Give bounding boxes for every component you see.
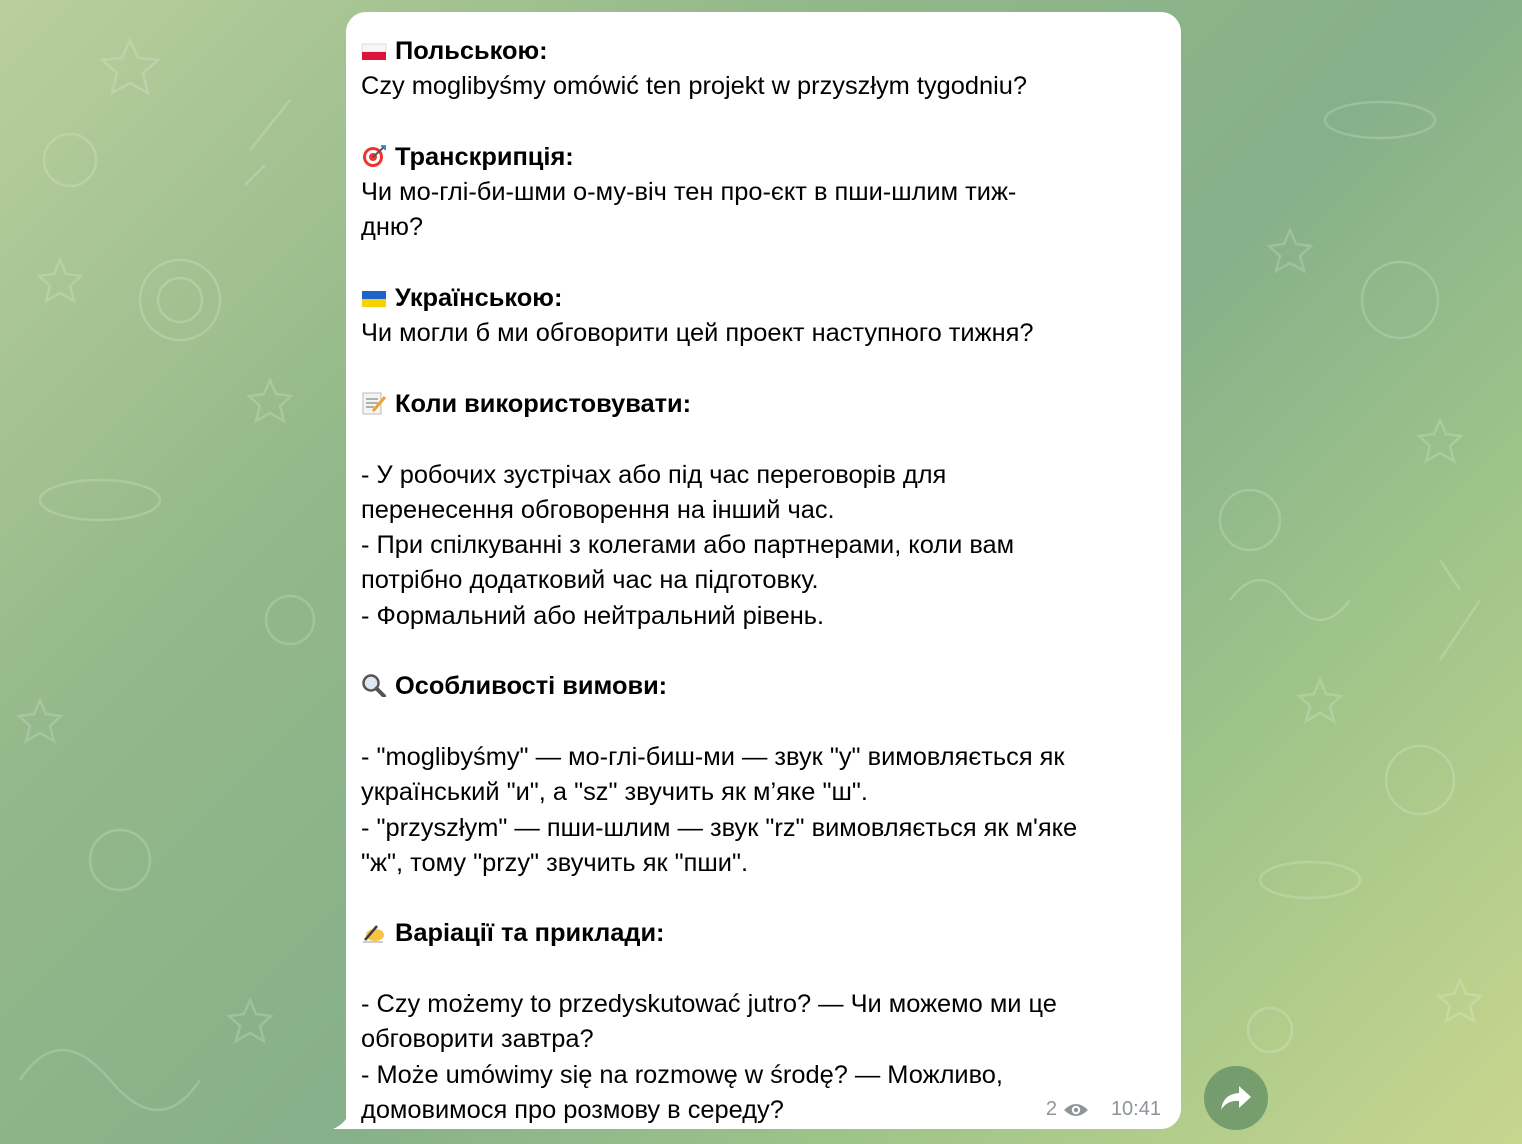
share-button[interactable] bbox=[1204, 1066, 1268, 1130]
message-time: 10:41 bbox=[1110, 1098, 1161, 1120]
variations-line: - Może umówimy się na rozmowę w środę? —… bbox=[361, 1060, 1003, 1089]
transcription-line: дню? bbox=[361, 213, 424, 242]
message-meta: 2 10:41 bbox=[1046, 1098, 1161, 1121]
variations-line: домовимося про розмову в середу? bbox=[361, 1095, 784, 1124]
pronunciation-heading: Особливості вимови: bbox=[395, 672, 668, 701]
ukrainian-heading: Українською: bbox=[395, 284, 563, 313]
ukrainian-heading-row: Українською: bbox=[361, 281, 1163, 316]
poland-flag-icon bbox=[361, 37, 387, 60]
variations-line: обговорити завтра? bbox=[361, 1025, 594, 1054]
variations-line: - Czy możemy to przedyskutować jutro? — … bbox=[361, 990, 1057, 1019]
share-arrow-icon bbox=[1221, 1086, 1251, 1110]
when-line: - Формальний або нейтральний рівень. bbox=[361, 601, 825, 630]
polish-text: Czy moglibyśmy omówić ten projekt w przy… bbox=[361, 72, 1028, 101]
transcription-line: Чи мо-глі-би-шми о-му-віч тен про-єкт в … bbox=[361, 178, 1017, 207]
pronunciation-line: - "przyszłym" — пши-шлим — звук "rz" вим… bbox=[361, 813, 1078, 842]
polish-heading: Польською: bbox=[395, 37, 548, 65]
when-heading-row: Коли використовувати: bbox=[361, 387, 1163, 422]
when-line: перенесення обговорення на інший час. bbox=[361, 495, 835, 524]
transcription-heading: Транскрипція: bbox=[395, 142, 574, 171]
pronunciation-line: "ж", тому "przy" звучить як "пши". bbox=[361, 848, 749, 877]
when-line: - У робочих зустрічах або під час перего… bbox=[361, 460, 947, 489]
transcription-heading-row: Транскрипція: bbox=[361, 140, 1163, 175]
polish-heading-row: Польською: bbox=[361, 34, 1163, 69]
variations-heading: Варіації та приклади: bbox=[395, 919, 665, 948]
magnifier-icon bbox=[361, 672, 387, 699]
eye-icon bbox=[1063, 1103, 1088, 1116]
view-count: 2 bbox=[1045, 1098, 1057, 1120]
when-line: - При спілкуванні з колегами або партнер… bbox=[361, 531, 1015, 560]
target-icon bbox=[361, 143, 387, 167]
memo-icon bbox=[361, 390, 387, 415]
when-heading: Коли використовувати: bbox=[395, 389, 692, 418]
pronunciation-line: український "и", а "sz" звучить як м’яке… bbox=[361, 778, 868, 807]
ukrainian-text: Чи могли б ми обговорити цей проект наст… bbox=[361, 319, 1034, 348]
when-line: потрібно додатковий час на підготовку. bbox=[361, 566, 819, 595]
pronunciation-line: - "moglibyśmy" — мо-глі-биш-ми — звук "y… bbox=[361, 742, 1065, 771]
bubble-tail bbox=[333, 1111, 357, 1129]
variations-heading-row: Варіації та приклади: bbox=[361, 916, 1163, 951]
message-bubble[interactable]: Польською: Czy moglibyśmy omówić ten pro… bbox=[346, 12, 1181, 1129]
writing-hand-icon bbox=[361, 919, 387, 944]
ukraine-flag-icon bbox=[361, 284, 387, 308]
pronunciation-heading-row: Особливості вимови: bbox=[361, 669, 1163, 704]
